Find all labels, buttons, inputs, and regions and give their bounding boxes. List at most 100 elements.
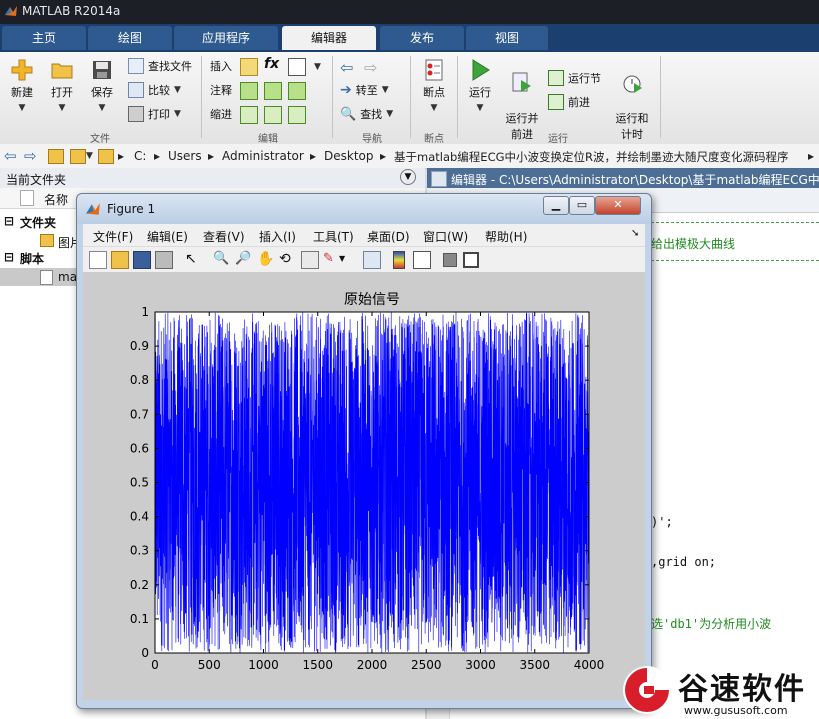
new-figure-icon[interactable] [89, 251, 107, 269]
decrease-indent-icon[interactable] [288, 106, 306, 124]
browse-folder-icon[interactable] [70, 149, 86, 164]
forward-arrow-icon[interactable]: ⇨ [364, 58, 377, 77]
group-divider [201, 56, 202, 138]
figure-canvas: 原始信号 0 500 1000 1500 2000 2500 3000 3500 4000 0 0.1… [83, 272, 645, 700]
code-line[interactable]: 选'db1'为分析用小波 [651, 615, 771, 632]
matlab-logo-icon [86, 203, 100, 215]
show-plot-tools-icon[interactable] [463, 252, 479, 268]
run-and-advance-button[interactable]: 运行并 前进 [502, 58, 542, 142]
run-section-icon [548, 70, 564, 86]
menu-edit[interactable]: 编辑(E) [147, 228, 188, 245]
menu-insert[interactable]: 插入(I) [259, 228, 296, 245]
editor-title: 编辑器 - C:\Users\Administrator\Desktop\基于m… [451, 173, 819, 187]
back-arrow-icon[interactable]: ⇦ [340, 58, 353, 77]
chevron-down-icon[interactable]: ▼ [339, 251, 355, 267]
brush-icon[interactable]: ✎ [323, 251, 339, 267]
print-button[interactable]: 打印 ▼ [128, 106, 181, 122]
zoom-in-icon[interactable]: 🔍 [213, 251, 229, 267]
smart-indent-icon[interactable] [240, 106, 258, 124]
save-figure-icon[interactable] [133, 251, 151, 269]
code-line[interactable]: )'; [651, 515, 673, 529]
up-folder-icon[interactable] [48, 149, 64, 164]
insert-button[interactable]: 插入 [210, 58, 232, 74]
edit-plot-arrow-icon[interactable]: ↖ [185, 251, 201, 267]
menu-desktop[interactable]: 桌面(D) [367, 228, 410, 245]
insert-section-icon[interactable] [240, 58, 258, 76]
tree-toggle-icon[interactable]: ⊟ [4, 250, 14, 264]
advance-button[interactable]: 前进 [548, 94, 590, 110]
insert-function-button[interactable]: fx [264, 56, 279, 72]
menu-tools[interactable]: 工具(T) [313, 228, 354, 245]
menu-file[interactable]: 文件(F) [93, 228, 133, 245]
uncomment-percent-icon[interactable] [264, 82, 282, 100]
chevron-down-icon: ▼ [98, 103, 106, 113]
indent-button[interactable]: 缩进 [210, 106, 232, 122]
path-segment[interactable]: C: [134, 149, 146, 163]
run-button[interactable]: 运行 ▼ [464, 58, 496, 113]
rotate-3d-icon[interactable]: ⟲ [279, 251, 295, 267]
open-button[interactable]: 打开 ▼ [46, 58, 78, 113]
path-segment[interactable]: Users [168, 149, 202, 163]
wrap-comments-icon[interactable] [288, 82, 306, 100]
plot-area[interactable]: 原始信号 0 500 1000 1500 2000 2500 3000 3500 4000 0 0.1… [83, 272, 645, 700]
back-arrow-icon[interactable]: ⇦ [4, 147, 17, 165]
column-name[interactable]: 名称 [44, 191, 68, 208]
insert-frame-icon[interactable] [288, 58, 306, 76]
chevron-down-icon[interactable]: ▼ [86, 151, 93, 161]
tab-plots[interactable]: 绘图 [88, 26, 172, 50]
tab-view[interactable]: 视图 [466, 26, 548, 50]
y-tick-label: 0.9 [130, 339, 149, 353]
menu-window[interactable]: 窗口(W) [423, 228, 468, 245]
x-tick-label: 1000 [248, 658, 279, 672]
chevron-down-icon[interactable]: ▼ [314, 62, 321, 72]
data-cursor-icon[interactable] [301, 251, 319, 269]
run-advance-icon [512, 72, 531, 92]
advance-icon [548, 94, 564, 110]
goto-button[interactable]: ➔ 转至 ▼ [340, 82, 389, 98]
zoom-out-icon[interactable]: 🔎 [235, 251, 251, 267]
close-button[interactable]: ✕ [595, 196, 641, 215]
folders-group-label: 文件夹 [20, 216, 57, 230]
minimize-button[interactable]: ▁ [543, 196, 569, 215]
forward-arrow-icon[interactable]: ⇨ [24, 147, 37, 165]
path-segment[interactable]: 基于matlab编程ECG中小波变换定位R波，并绘制墨迹大随尺度变化源码程序 [394, 149, 789, 165]
tab-apps[interactable]: 应用程序 [174, 26, 278, 50]
run-section-button[interactable]: 运行节 [548, 70, 601, 86]
run-and-time-button[interactable]: 运行和 计时 [612, 58, 652, 142]
chevron-right-icon[interactable]: ▸ [808, 149, 814, 163]
new-button[interactable]: 新建 ▼ [6, 58, 38, 113]
menu-help[interactable]: 帮助(H) [485, 228, 527, 245]
pan-hand-icon[interactable]: ✋ [257, 251, 274, 267]
compare-button[interactable]: 比较 ▼ [128, 82, 181, 98]
tab-publish[interactable]: 发布 [380, 26, 464, 50]
path-segment[interactable]: Desktop [324, 149, 374, 163]
legend-icon[interactable] [413, 251, 431, 269]
comment-button[interactable]: 注释 [210, 82, 232, 98]
print-figure-icon[interactable] [155, 251, 173, 269]
save-button[interactable]: 保存 ▼ [86, 58, 118, 113]
increase-indent-icon[interactable] [264, 106, 282, 124]
x-tick-label: 3000 [465, 658, 496, 672]
code-line[interactable]: ,grid on; [651, 555, 716, 569]
tab-home[interactable]: 主页 [2, 26, 86, 50]
figure-title-bar[interactable]: Figure 1 ▁ ▭ ✕ [77, 194, 651, 224]
code-line[interactable]: 给出模极大曲线 [651, 235, 735, 252]
dock-arrow-icon[interactable]: ➘ [631, 228, 639, 239]
colorbar-icon[interactable] [393, 251, 405, 269]
menu-view[interactable]: 查看(V) [203, 228, 245, 245]
comment-percent-icon[interactable] [240, 82, 258, 100]
open-file-icon[interactable] [111, 251, 129, 269]
maximize-button[interactable]: ▭ [569, 196, 595, 215]
figure-window[interactable]: Figure 1 ▁ ▭ ✕ 文件(F) 编辑(E) 查看(V) 插入(I) 工… [76, 193, 652, 709]
tree-toggle-icon[interactable]: ⊟ [4, 214, 14, 228]
find-button[interactable]: 🔍 查找 ▼ [340, 106, 393, 122]
find-files-button[interactable]: 查找文件 [128, 58, 192, 74]
link-plot-icon[interactable] [363, 251, 381, 269]
save-disk-icon [93, 61, 111, 79]
editor-title-bar: 编辑器 - C:\Users\Administrator\Desktop\基于m… [427, 168, 819, 188]
breakpoints-button[interactable]: 断点 ▼ [418, 58, 450, 113]
panel-menu-icon[interactable]: ▼ [400, 169, 416, 185]
hide-plot-tools-icon[interactable] [443, 253, 457, 267]
path-segment[interactable]: Administrator [222, 149, 304, 163]
tab-editor[interactable]: 编辑器 [282, 26, 376, 50]
